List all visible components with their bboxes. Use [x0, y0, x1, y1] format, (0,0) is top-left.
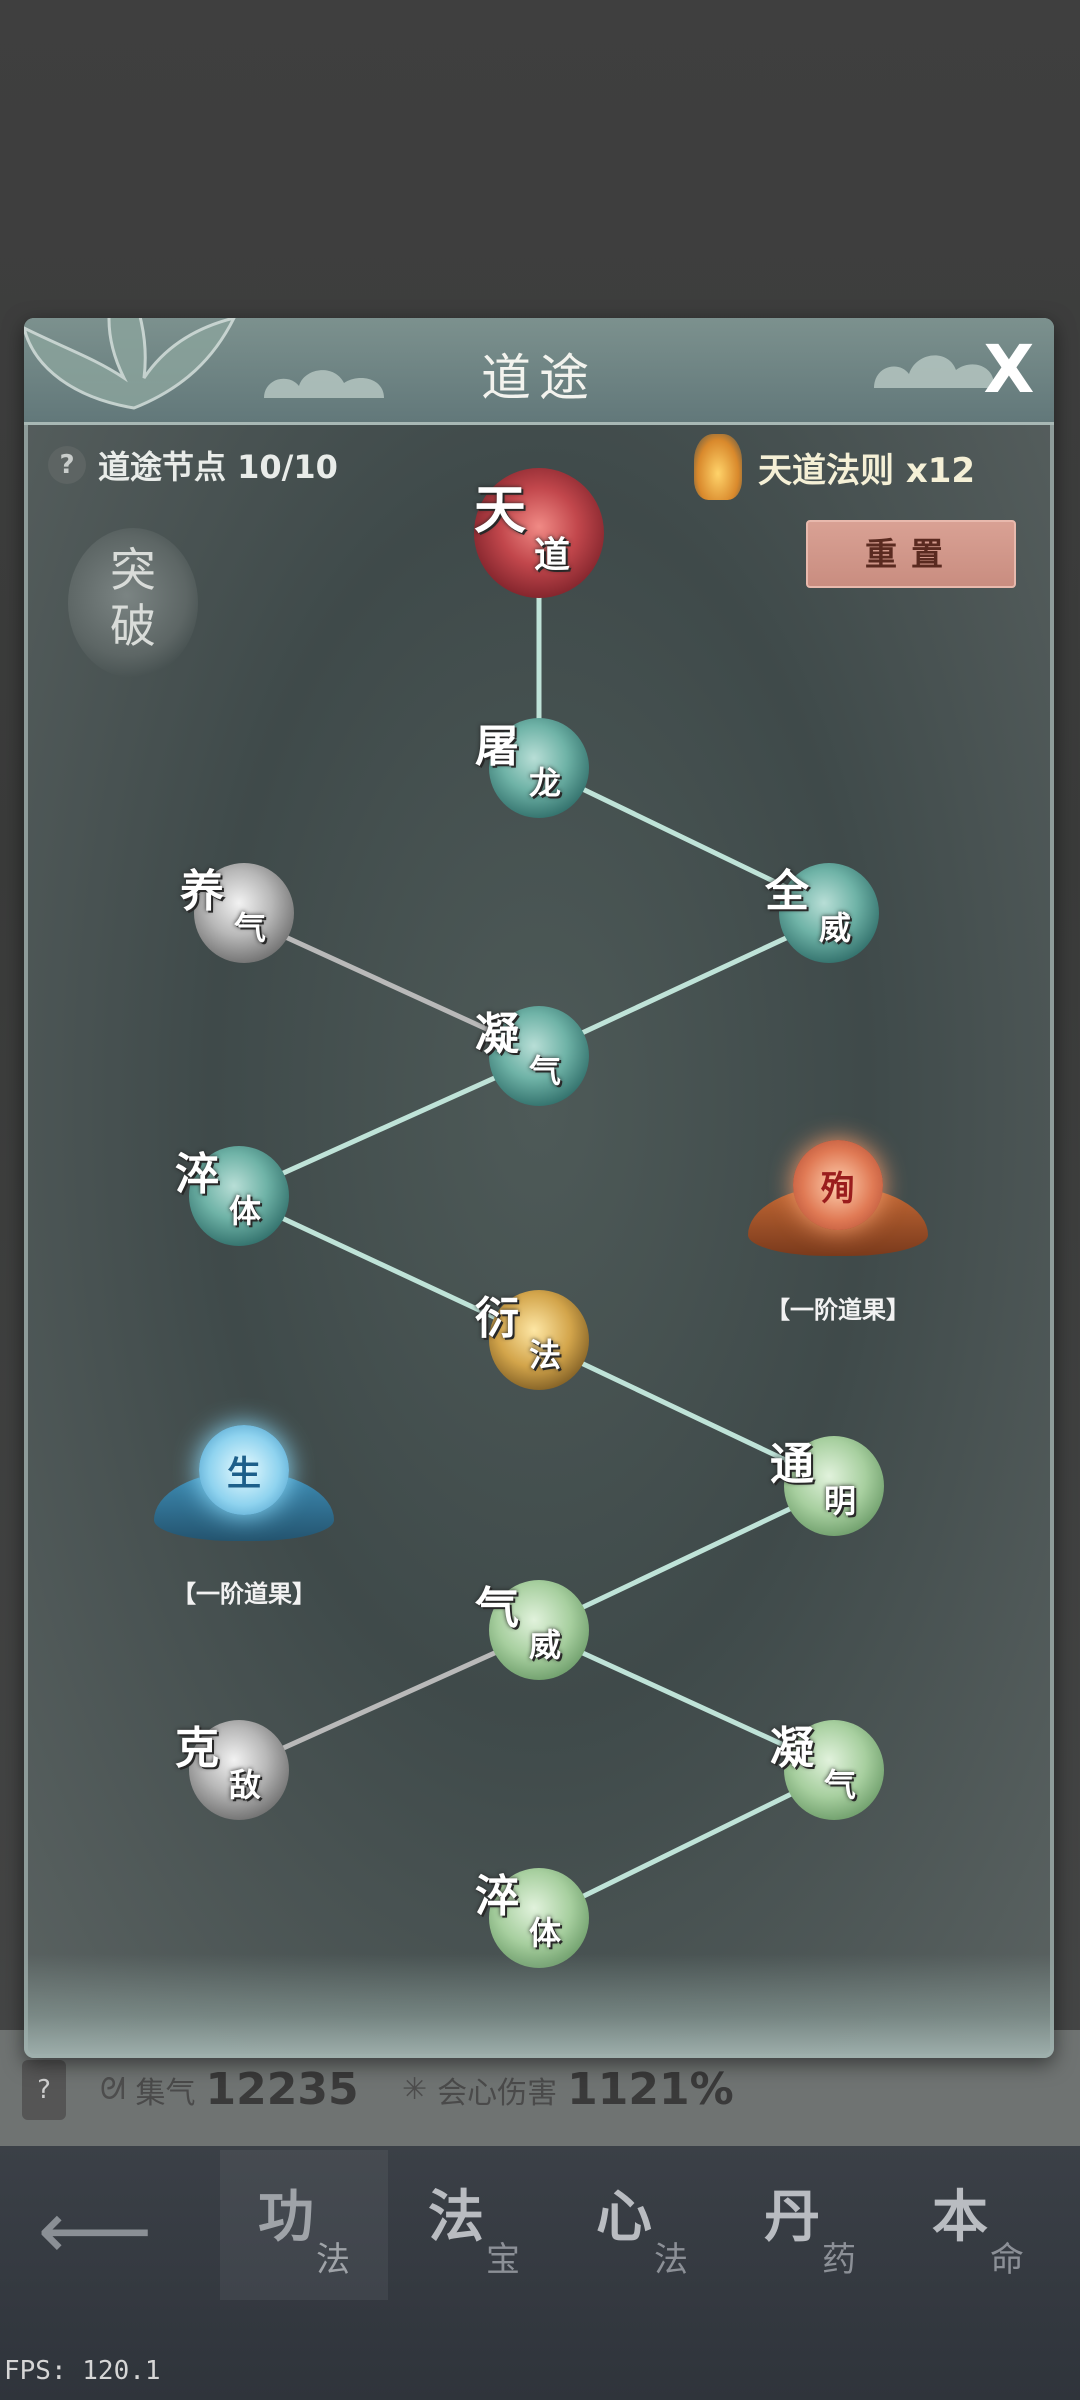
tab-gongfa-small: 法: [316, 2240, 350, 2280]
node-tulong-big: 屠: [475, 721, 519, 772]
node-cuiti[interactable]: 淬 体: [175, 1146, 289, 1246]
node-cuiti-small: 体: [229, 1192, 262, 1230]
tab-fabao-small: 宝: [486, 2240, 520, 2280]
crit-stat: ✳ 会心伤害 1121%: [402, 2064, 734, 2115]
node-tulong[interactable]: 屠 龙: [475, 718, 589, 818]
node-kedi[interactable]: 克 敌: [175, 1720, 289, 1820]
node-tongming-small: 明: [824, 1482, 857, 1520]
tab-danyao-big: 丹: [764, 2184, 820, 2250]
fruit-orb: 殉: [793, 1140, 883, 1230]
node-yangqi[interactable]: 养 气: [180, 863, 294, 963]
tab-xinfa-small: 法: [654, 2240, 688, 2280]
fruit-orb: 生: [199, 1425, 289, 1515]
stats-help-icon[interactable]: ?: [22, 2060, 66, 2120]
tab-danyao-small: 药: [822, 2240, 856, 2280]
node-ningqi-small: 气: [529, 1052, 562, 1090]
node-yanfa-small: 法: [529, 1336, 562, 1374]
modal-bottom-clouds: [24, 1954, 1054, 2058]
tab-fabao-big: 法: [428, 2184, 484, 2250]
node-ningqi-big: 凝: [475, 1009, 519, 1060]
tab-benming[interactable]: 本 命: [894, 2150, 1062, 2300]
node-quanwei[interactable]: 全 威: [765, 863, 879, 963]
node-qiwei-big: 气: [475, 1583, 519, 1634]
node-ningqi2[interactable]: 凝 气: [770, 1720, 884, 1820]
node-kedi-small: 敌: [229, 1766, 262, 1804]
fps-counter: FPS: 120.1: [4, 2356, 161, 2386]
node-cuiti-big: 淬: [175, 1149, 219, 1200]
node-tiandao[interactable]: 天 道: [474, 468, 604, 598]
node-yanfa[interactable]: 衍 法: [475, 1290, 589, 1390]
tab-benming-small: 命: [990, 2240, 1024, 2280]
tab-xinfa[interactable]: 心 法: [558, 2150, 726, 2300]
node-tongming[interactable]: 通 明: [770, 1436, 884, 1536]
swirl-icon: ᘛ: [100, 2072, 126, 2107]
qi-label: 集气: [135, 2075, 196, 2111]
node-yangqi-small: 气: [234, 909, 267, 947]
fruit-label-sheng: 【一阶道果】: [172, 1580, 316, 1608]
sparkle-icon: ✳: [402, 2072, 428, 2107]
dao-fruit-xun[interactable]: 殉: [748, 1128, 928, 1278]
node-tiandao-big: 天: [474, 480, 527, 541]
node-cuiti2-small: 体: [529, 1914, 562, 1952]
tab-benming-big: 本: [932, 2184, 988, 2250]
node-cuiti2-big: 淬: [475, 1871, 519, 1922]
node-qiwei-small: 威: [529, 1626, 562, 1664]
node-quanwei-small: 威: [819, 909, 852, 947]
back-arrow-icon[interactable]: ⟵: [38, 2180, 153, 2280]
qi-value: 12235: [205, 2064, 359, 2115]
node-qiwei[interactable]: 气 威: [475, 1580, 589, 1680]
node-ningqi[interactable]: 凝 气: [475, 1006, 589, 1106]
node-quanwei-big: 全: [765, 866, 809, 917]
crit-label: 会心伤害: [437, 2075, 558, 2111]
node-tiandao-small: 道: [534, 534, 571, 576]
tab-gongfa[interactable]: 功 法: [220, 2150, 388, 2300]
node-ningqi2-small: 气: [824, 1766, 857, 1804]
node-ningqi2-big: 凝: [770, 1723, 814, 1774]
crit-value: 1121%: [567, 2064, 734, 2115]
node-cuiti2[interactable]: 淬 体: [475, 1868, 589, 1968]
tab-danyao[interactable]: 丹 药: [726, 2150, 894, 2300]
tab-xinfa-big: 心: [596, 2184, 652, 2250]
qi-stat: ᘛ 集气 12235: [100, 2064, 359, 2115]
fruit-label-xun: 【一阶道果】: [766, 1296, 910, 1324]
tab-fabao[interactable]: 法 宝: [390, 2150, 558, 2300]
node-yanfa-big: 衍: [475, 1293, 519, 1344]
dao-fruit-sheng[interactable]: 生: [154, 1413, 334, 1563]
node-tulong-small: 龙: [529, 764, 562, 802]
node-kedi-big: 克: [175, 1723, 219, 1774]
tab-gongfa-big: 功: [258, 2184, 314, 2250]
node-tongming-big: 通: [770, 1439, 814, 1490]
help-glyph: ?: [37, 2075, 51, 2105]
daotu-modal: 道途 X ? 道途节点 10/10 天道法则 x12 重置 突破 天 道 屠 龙…: [24, 318, 1054, 2058]
node-yangqi-big: 养: [180, 866, 224, 917]
